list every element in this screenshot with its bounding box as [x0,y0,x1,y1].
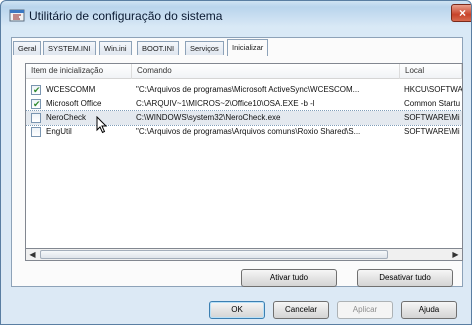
tab-services[interactable]: Serviços [185,41,224,55]
apply-button[interactable]: Aplicar [337,301,393,319]
disable-all-button[interactable]: Desativar tudo [357,269,453,287]
tab-system-ini[interactable]: SYSTEM.INI [43,41,96,55]
column-header-item[interactable]: Item de inicialização [26,64,132,79]
enable-checkbox[interactable] [31,98,41,111]
enable-checkbox[interactable] [31,127,41,137]
startup-command: "C:\Arquivos de programas\Microsoft Acti… [136,85,360,94]
close-icon: × [459,6,467,20]
tab-win-ini[interactable]: Win.ini [99,41,132,55]
window-title: Utilitário de configuração do sistema [29,9,223,23]
msconfig-icon [9,9,25,22]
tab-general[interactable]: Geral [13,41,42,55]
startup-item-name: NeroCheck [46,113,87,122]
list-header: Item de inicialização Comando Local [26,64,462,79]
startup-list[interactable]: Item de inicialização Comando Local WCES… [25,63,463,261]
horizontal-scrollbar[interactable]: ◀ ▶ [25,248,463,261]
cancel-button[interactable]: Cancelar [273,301,329,319]
ok-button[interactable]: OK [209,301,265,319]
startup-item-name: WCESCOMM [46,85,96,94]
enable-all-button[interactable]: Ativar tudo [241,269,337,287]
tab-boot-ini[interactable]: BOOT.INI [137,41,180,55]
enable-checkbox[interactable] [31,113,41,123]
tab-startup[interactable]: Inicializar [227,39,269,56]
startup-command: C:\ARQUIV~1\MICROS~2\Office10\OSA.EXE -b… [136,99,315,108]
startup-command: C:\WINDOWS\system32\NeroCheck.exe [136,113,281,122]
help-button[interactable]: Ajuda [401,301,457,319]
startup-location: SOFTWARE\Mi [404,113,460,122]
scroll-left-icon[interactable]: ◀ [26,249,39,260]
startup-item-name: Microsoft Office [46,99,102,108]
mouse-pointer-icon [96,116,108,134]
list-item[interactable]: EngUtil "C:\Arquivos de programas\Arquiv… [26,125,462,139]
startup-location: HKCU\SOFTWA [404,85,462,94]
list-item[interactable]: Microsoft Office C:\ARQUIV~1\MICROS~2\Of… [26,97,462,111]
startup-location: Common Startu [404,99,461,108]
column-header-command[interactable]: Comando [132,64,400,79]
title-bar[interactable]: Utilitário de configuração do sistema × [1,1,471,31]
column-header-location[interactable]: Local [400,64,462,79]
list-item[interactable]: WCESCOMM "C:\Arquivos de programas\Micro… [26,83,462,97]
scroll-right-icon[interactable]: ▶ [449,249,462,260]
startup-location: SOFTWARE\Mi [404,127,460,136]
startup-item-name: EngUtil [46,127,72,136]
close-button[interactable]: × [451,4,471,22]
list-item[interactable]: NeroCheck C:\WINDOWS\system32\NeroCheck.… [26,110,462,126]
scrollbar-thumb[interactable] [40,250,388,259]
enable-checkbox[interactable] [31,84,41,97]
system-config-window: Utilitário de configuração do sistema × … [0,0,472,325]
startup-command: "C:\Arquivos de programas\Arquivos comun… [136,127,361,136]
